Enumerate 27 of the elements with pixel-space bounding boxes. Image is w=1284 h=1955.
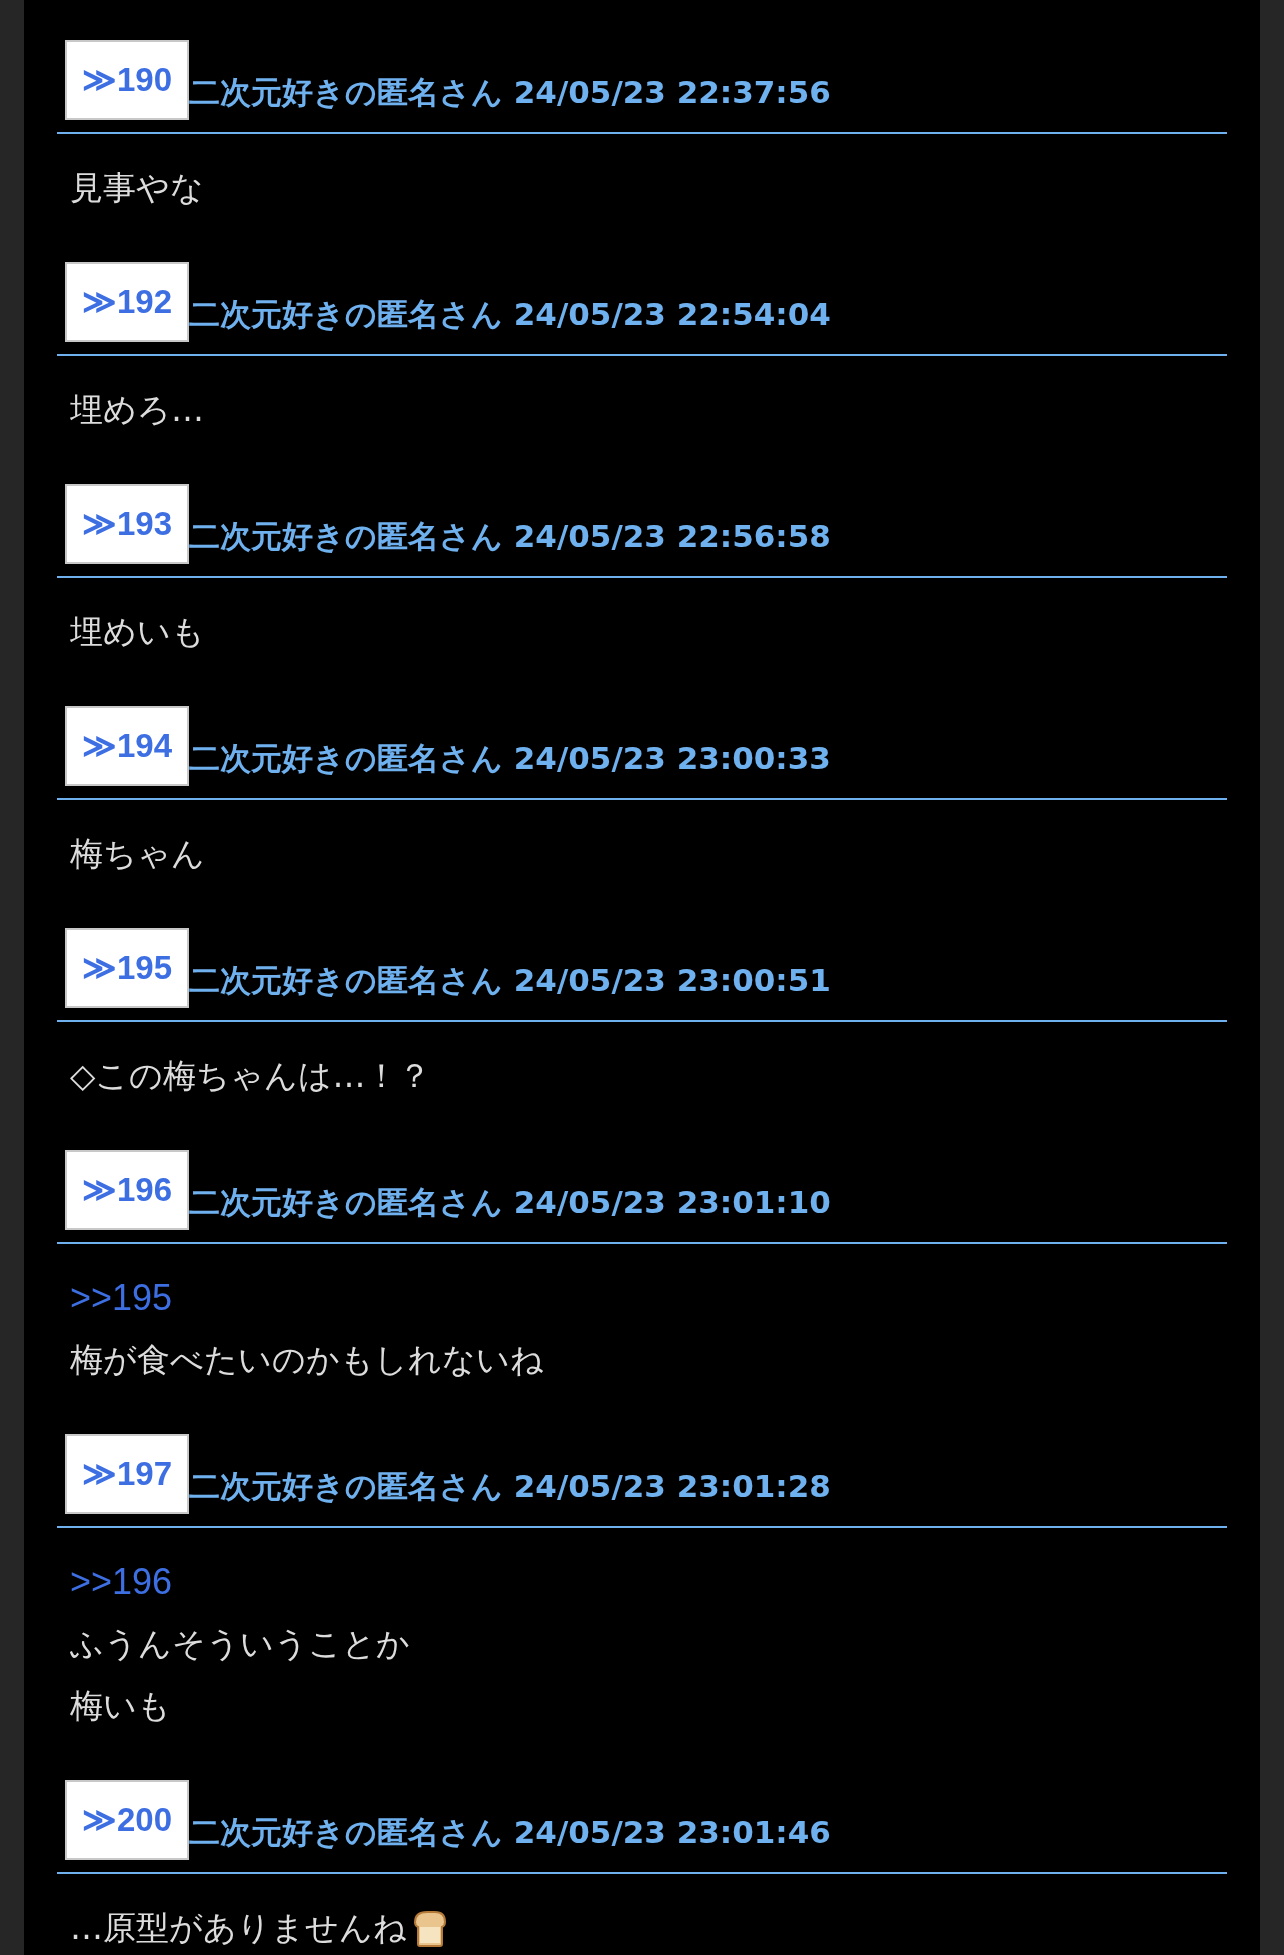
post-text: ふうんそういうことか xyxy=(70,1623,411,1665)
post-text: 梅いも xyxy=(70,1685,172,1727)
post-number-link[interactable]: ≫200 xyxy=(65,1780,189,1860)
post-header: 二次元好きの匿名さん 24/05/23 23:01:10 xyxy=(189,1183,831,1222)
post-number-link[interactable]: ≫196 xyxy=(65,1150,189,1230)
post-text: …原型がありませんね xyxy=(70,1907,407,1949)
post-header: 二次元好きの匿名さん 24/05/23 23:00:51 xyxy=(189,961,831,1000)
post-header: 二次元好きの匿名さん 24/05/23 23:01:46 xyxy=(189,1813,831,1852)
post-number-link[interactable]: ≫192 xyxy=(65,262,189,342)
post-number-link[interactable]: ≫197 xyxy=(65,1434,189,1514)
post-text: 埋めいも xyxy=(70,611,206,653)
post-text: ◇この梅ちゃんは…！？ xyxy=(70,1055,433,1097)
post-header: 二次元好きの匿名さん 24/05/23 23:00:33 xyxy=(189,739,831,778)
post-number-link[interactable]: ≫193 xyxy=(65,484,189,564)
post-number-link[interactable]: ≫194 xyxy=(65,706,189,786)
post-text: 見事やな xyxy=(70,167,205,209)
post-text: 梅が食べたいのかもしれないね xyxy=(70,1339,545,1381)
post-header: 二次元好きの匿名さん 24/05/23 22:54:04 xyxy=(189,295,831,334)
post-header: 二次元好きの匿名さん 24/05/23 22:37:56 xyxy=(189,73,831,112)
post-header: 二次元好きの匿名さん 24/05/23 22:56:58 xyxy=(189,517,831,556)
reply-link[interactable]: >>195 xyxy=(70,1267,173,1329)
post-number-link[interactable]: ≫195 xyxy=(65,928,189,1008)
reply-link[interactable]: >>196 xyxy=(70,1551,173,1613)
post-text: 埋めろ… xyxy=(70,389,205,431)
post-header: 二次元好きの匿名さん 24/05/23 23:01:28 xyxy=(189,1467,831,1506)
post-number-link[interactable]: ≫190 xyxy=(65,40,189,120)
post-text: 梅ちゃん xyxy=(70,833,206,875)
